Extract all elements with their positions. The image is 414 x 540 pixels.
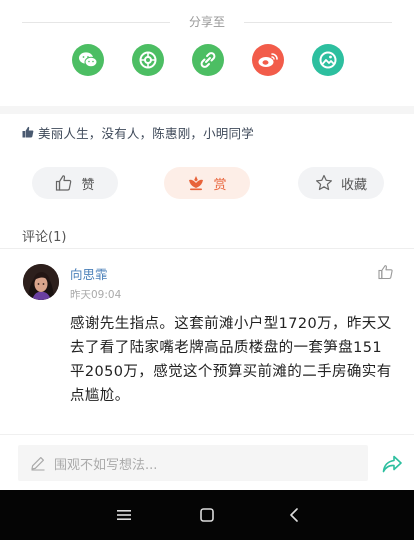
weibo-icon <box>258 53 278 67</box>
avatar[interactable] <box>23 264 59 300</box>
star-icon <box>315 174 332 191</box>
wechat-icon <box>79 52 98 68</box>
reward-button[interactable]: 赏 <box>164 167 250 199</box>
share-weibo-button[interactable] <box>252 44 284 76</box>
comments-header: 评论(1) <box>22 230 67 245</box>
liked-by-names[interactable]: 美丽人生，没有人，陈惠刚，小明同学 <box>38 123 254 142</box>
link-icon <box>200 52 216 68</box>
back-chevron-icon <box>290 508 298 522</box>
home-square-icon <box>200 508 214 522</box>
system-nav-bar <box>0 490 414 540</box>
share-targets <box>0 44 414 78</box>
comment-timestamp: 昨天09:04 <box>70 289 122 301</box>
likes-row: 美丽人生，没有人，陈惠刚，小明同学 <box>22 122 402 142</box>
like-button[interactable]: 赞 <box>32 167 118 199</box>
reward-icon <box>189 176 204 191</box>
section-divider <box>0 106 414 114</box>
back-nav-button[interactable] <box>282 503 306 527</box>
favorite-button[interactable]: 收藏 <box>298 167 384 199</box>
favorite-label: 收藏 <box>340 177 367 193</box>
share-image-button[interactable] <box>312 44 344 76</box>
divider-line <box>244 22 392 23</box>
comment-like-icon[interactable] <box>378 264 394 280</box>
thumbs-up-icon <box>22 126 34 138</box>
menu-nav-button[interactable] <box>112 503 136 527</box>
menu-icon <box>117 510 131 520</box>
pencil-icon <box>31 457 45 471</box>
comment-body: 感谢先生指点。这套前滩小户型1720万，昨天又去了看了陆家嘴老牌高品质楼盘的一套… <box>70 316 392 404</box>
moments-icon <box>139 51 157 69</box>
share-moments-button[interactable] <box>132 44 164 76</box>
image-share-icon <box>319 51 337 69</box>
like-label: 赞 <box>81 177 95 193</box>
share-wechat-button[interactable] <box>72 44 104 76</box>
comment-input-placeholder: 围观不如写想法... <box>54 457 158 473</box>
thumbs-up-icon <box>56 175 72 191</box>
reward-label: 赏 <box>213 177 227 193</box>
home-nav-button[interactable] <box>195 503 219 527</box>
share-header: 分享至 <box>0 12 414 32</box>
share-link-button[interactable] <box>192 44 224 76</box>
comment-composer: 围观不如写想法... <box>0 434 414 490</box>
comment-input[interactable]: 围观不如写想法... <box>18 445 368 481</box>
divider-line <box>0 248 414 249</box>
avatar-image <box>23 264 59 300</box>
share-arrow-icon[interactable] <box>382 455 402 473</box>
commenter-name[interactable]: 向思霏 <box>70 264 108 283</box>
